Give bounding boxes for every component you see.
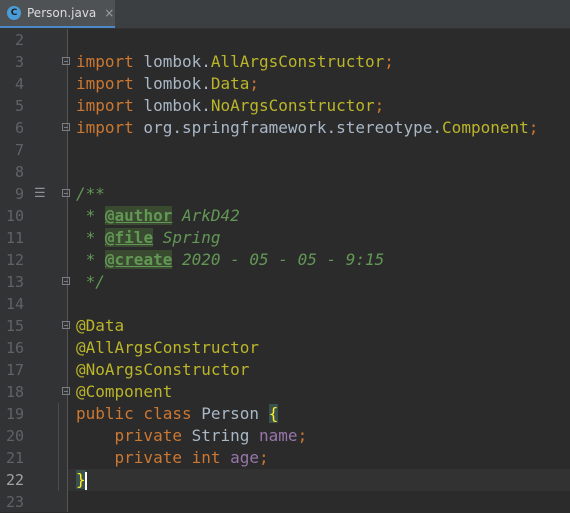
line-number: 8 — [14, 163, 24, 181]
code-token: private — [114, 426, 192, 445]
tab-person-java[interactable]: C Person.java × — [0, 0, 115, 28]
line-number: 5 — [14, 97, 24, 115]
fold-icon[interactable] — [62, 315, 73, 337]
line-number: 23 — [5, 493, 24, 511]
code-token: @file — [104, 228, 154, 247]
code-token: */ — [76, 272, 105, 291]
line-number: 10 — [5, 207, 24, 225]
code-token: @Component — [76, 382, 173, 401]
code-token: @Data — [76, 316, 125, 335]
code-token: * — [76, 206, 105, 225]
code-token: ; — [249, 74, 260, 93]
code-token: * — [76, 228, 105, 247]
code-token: String — [191, 426, 260, 445]
code-token: import — [76, 52, 134, 71]
line-number: 3 — [14, 53, 24, 71]
code-token: @NoArgsConstructor — [76, 360, 250, 379]
code-token: lombok. — [133, 96, 211, 115]
close-icon[interactable]: × — [104, 6, 114, 20]
fold-icon[interactable] — [62, 271, 73, 293]
line-number: 19 — [5, 405, 24, 423]
code-line: public class Person { — [76, 403, 279, 425]
code-token: @author — [104, 206, 173, 225]
code-token: @AllArgsConstructor — [76, 338, 260, 357]
code-token: ; — [297, 426, 308, 445]
code-line: @Data — [76, 315, 124, 337]
code-token: NoArgsConstructor — [210, 96, 375, 115]
code-token: ; — [528, 118, 539, 137]
code-token: ; — [259, 448, 269, 467]
current-line-highlight — [68, 469, 570, 491]
code-line: @AllArgsConstructor — [76, 337, 259, 359]
code-line: } — [76, 469, 87, 491]
line-number: 14 — [5, 295, 24, 313]
code-token: { — [268, 404, 279, 423]
code-token: /** — [76, 184, 105, 203]
code-token: ; — [374, 96, 385, 115]
code-line: import org.springframework.stereotype.Co… — [76, 117, 538, 139]
code-line: private String name; — [76, 425, 308, 447]
line-number: 16 — [5, 339, 24, 357]
code-line: @NoArgsConstructor — [76, 359, 249, 381]
code-token: private int — [114, 448, 231, 467]
line-number: 12 — [5, 251, 24, 269]
code-token: age — [230, 448, 260, 467]
fold-icon[interactable] — [62, 51, 73, 73]
indent-guide — [58, 403, 59, 491]
render-doc-icon[interactable]: ☰ — [34, 183, 46, 205]
code-token: * — [76, 250, 105, 269]
code-token: import — [76, 96, 134, 115]
code-token: AllArgsConstructor — [210, 52, 385, 71]
line-number: 2 — [14, 31, 24, 49]
fold-icon[interactable] — [62, 381, 73, 403]
code-token: Component — [442, 118, 529, 137]
code-editor[interactable]: 2 3 import lombok.AllArgsConstructor; 4 impo… — [0, 29, 570, 512]
code-line: import lombok.Data; — [76, 73, 259, 95]
code-token: 2020 - 05 - 05 - 9:15 — [172, 250, 385, 269]
line-number: 18 — [5, 383, 24, 401]
code-token: public class — [76, 404, 202, 423]
line-number: 6 — [14, 119, 24, 137]
text-caret — [84, 471, 87, 490]
line-number: 21 — [5, 449, 24, 467]
fold-icon[interactable] — [62, 117, 73, 139]
code-token: ; — [384, 52, 394, 71]
code-line: @Component — [76, 381, 172, 403]
java-class-icon: C — [7, 6, 21, 20]
line-number: 22 — [5, 471, 24, 489]
code-line: * @create 2020 - 05 - 05 - 9:15 — [76, 249, 384, 271]
code-token: Spring — [153, 228, 221, 247]
code-token: Data — [210, 74, 250, 93]
line-number: 20 — [5, 427, 24, 445]
line-number: 15 — [5, 317, 24, 335]
code-line: private int age; — [76, 447, 269, 469]
line-number: 7 — [14, 141, 24, 159]
code-token: ArkD42 — [172, 206, 240, 225]
code-line: /** — [76, 183, 105, 205]
code-line: * @file Spring — [76, 227, 221, 249]
tab-label: Person.java — [27, 6, 97, 20]
code-token: lombok. — [133, 52, 211, 71]
code-line: import lombok.NoArgsConstructor; — [76, 95, 384, 117]
line-number: 17 — [5, 361, 24, 379]
code-token: org.springframework.stereotype. — [133, 118, 443, 137]
fold-icon[interactable] — [62, 183, 73, 205]
editor-tab-bar: C Person.java × — [0, 0, 570, 29]
line-number: 11 — [5, 229, 24, 247]
code-token: name — [259, 426, 298, 445]
code-token: import — [76, 118, 134, 137]
code-token: Person — [201, 404, 269, 423]
code-line: * @author ArkD42 — [76, 205, 240, 227]
code-line: import lombok.AllArgsConstructor; — [76, 51, 394, 73]
line-number: 4 — [14, 75, 24, 93]
code-token: lombok. — [133, 74, 211, 93]
line-number: 13 — [5, 273, 24, 291]
code-token: import — [76, 74, 134, 93]
code-token: @create — [104, 250, 173, 269]
line-number: 9 — [14, 185, 24, 203]
code-line: */ — [76, 271, 105, 293]
